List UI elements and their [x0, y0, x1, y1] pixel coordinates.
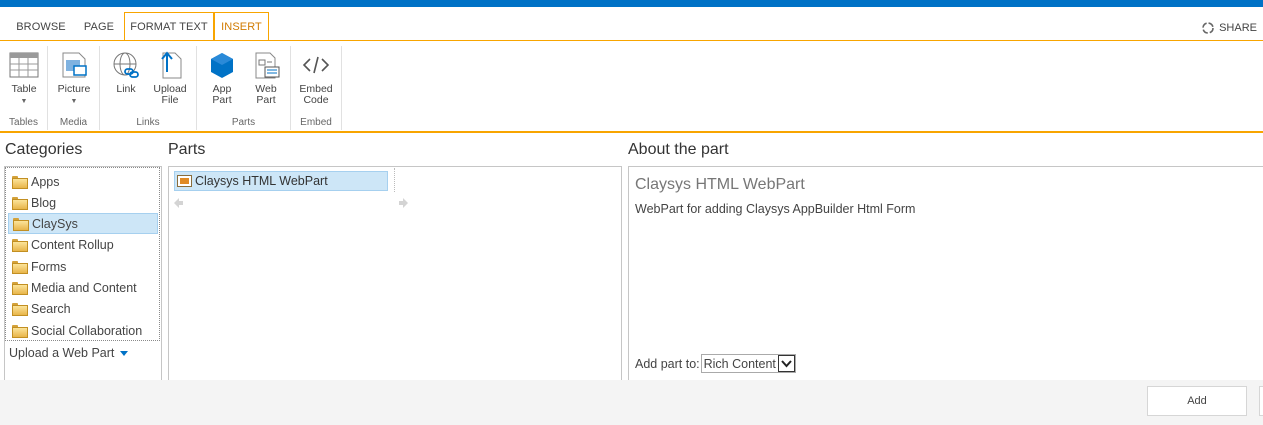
scroll-right-icon[interactable] [398, 197, 410, 209]
folder-icon [12, 176, 28, 189]
picture-label: Picture [57, 83, 91, 95]
web-part-label-2: Part [256, 94, 276, 106]
share-button[interactable]: SHARE [1201, 21, 1257, 35]
category-label: ClaySys [32, 216, 78, 231]
group-media: Picture ▼ Media [48, 46, 100, 130]
about-title-heading: About the part [628, 141, 729, 158]
category-label: Blog [31, 195, 57, 210]
about-panel [628, 166, 1263, 381]
parts-panel [168, 166, 622, 381]
folder-icon [12, 325, 28, 338]
add-button[interactable]: Add [1147, 386, 1247, 416]
picture-dropdown-icon: ▼ [70, 98, 78, 105]
upload-file-icon [161, 51, 182, 79]
upload-web-part-label: Upload a Web Part [9, 346, 115, 360]
web-part-icon [255, 52, 280, 79]
categories-title: Categories [5, 141, 83, 158]
category-social-collaboration[interactable]: Social Collaboration [8, 320, 158, 341]
categories-list: Apps Blog ClaySys Content Rollup Forms M… [5, 167, 160, 341]
suite-bar [0, 0, 1263, 7]
ribbon: Table ▼ Tables Picture ▼ Media Link Uplo… [0, 41, 1263, 132]
group-label-links: Links [136, 117, 160, 128]
ribbon-divider [0, 131, 1263, 133]
upload-file-label-2: File [161, 94, 179, 106]
folder-icon [12, 282, 28, 295]
group-parts: App Part Web Part Parts [197, 46, 291, 130]
folder-icon [12, 303, 28, 316]
part-item-claysys-html-webpart[interactable]: Claysys HTML WebPart [174, 171, 388, 191]
group-label-embed: Embed [300, 117, 332, 128]
share-label: SHARE [1219, 22, 1257, 34]
embed-code-icon [302, 56, 330, 74]
table-dropdown-icon: ▼ [20, 98, 28, 105]
category-blog[interactable]: Blog [8, 192, 158, 213]
category-content-rollup[interactable]: Content Rollup [8, 234, 158, 255]
category-label: Social Collaboration [31, 323, 143, 338]
category-label: Apps [31, 174, 60, 189]
category-forms[interactable]: Forms [8, 256, 158, 277]
folder-icon [13, 218, 29, 231]
folder-icon [12, 197, 28, 210]
category-claysys[interactable]: ClaySys [8, 213, 158, 234]
chevron-down-icon [777, 355, 795, 372]
dropdown-arrow-icon [120, 350, 129, 356]
app-part-button[interactable]: App Part [202, 50, 242, 106]
group-tables: Table ▼ Tables [0, 46, 48, 130]
category-label: Search [31, 301, 71, 316]
group-embed: Embed Code Embed [291, 46, 342, 130]
web-part-button[interactable]: Web Part [246, 50, 286, 106]
group-label-parts: Parts [231, 117, 256, 128]
category-search[interactable]: Search [8, 298, 158, 319]
link-button[interactable]: Link [106, 50, 146, 95]
link-label: Link [116, 83, 136, 95]
category-label: Forms [31, 259, 67, 274]
about-part-name: Claysys HTML WebPart [635, 176, 805, 193]
part-item-label: Claysys HTML WebPart [195, 174, 328, 188]
picture-button[interactable]: Picture ▼ [54, 50, 94, 107]
add-part-to-select[interactable]: Rich Content [700, 354, 796, 373]
tab-format-text[interactable]: FORMAT TEXT [124, 12, 214, 41]
embed-code-button[interactable]: Embed Code [296, 50, 336, 106]
parts-column-divider [394, 168, 395, 192]
table-label: Table [11, 83, 37, 95]
picture-icon [62, 52, 87, 78]
upload-file-button[interactable]: Upload File [150, 50, 190, 106]
add-part-to-label: Add part to: [635, 356, 700, 371]
category-apps[interactable]: Apps [8, 171, 158, 192]
folder-icon [12, 261, 28, 274]
about-part-description: WebPart for adding Claysys AppBuilder Ht… [635, 202, 916, 216]
tab-insert[interactable]: INSERT [214, 12, 269, 41]
group-links: Link Upload File Links [100, 46, 197, 130]
category-media-and-content[interactable]: Media and Content [8, 277, 158, 298]
web-part-icon [177, 175, 192, 187]
app-part-label-2: Part [212, 94, 232, 106]
folder-icon [12, 239, 28, 252]
link-icon [113, 52, 139, 78]
embed-code-label-2: Code [303, 94, 329, 106]
app-part-icon [211, 53, 233, 78]
add-part-to-row: Add part to: Rich Content [635, 354, 796, 373]
tab-browse[interactable]: BROWSE [10, 12, 72, 41]
footer-bar [0, 380, 1263, 425]
category-label: Content Rollup [31, 237, 114, 252]
add-part-to-value: Rich Content [703, 356, 776, 371]
scroll-left-icon[interactable] [172, 197, 184, 209]
parts-title: Parts [168, 141, 206, 158]
group-label-media: Media [59, 117, 88, 128]
category-label: Media and Content [31, 280, 137, 295]
cancel-button[interactable] [1259, 386, 1263, 416]
table-icon [9, 52, 39, 78]
table-button[interactable]: Table ▼ [4, 50, 44, 107]
upload-web-part-link[interactable]: Upload a Web Part [9, 346, 129, 360]
share-icon [1202, 22, 1214, 34]
tab-page[interactable]: PAGE [76, 12, 122, 41]
ribbon-tab-row: BROWSE PAGE FORMAT TEXT INSERT SHARE [0, 7, 1263, 41]
group-label-tables: Tables [9, 117, 38, 128]
